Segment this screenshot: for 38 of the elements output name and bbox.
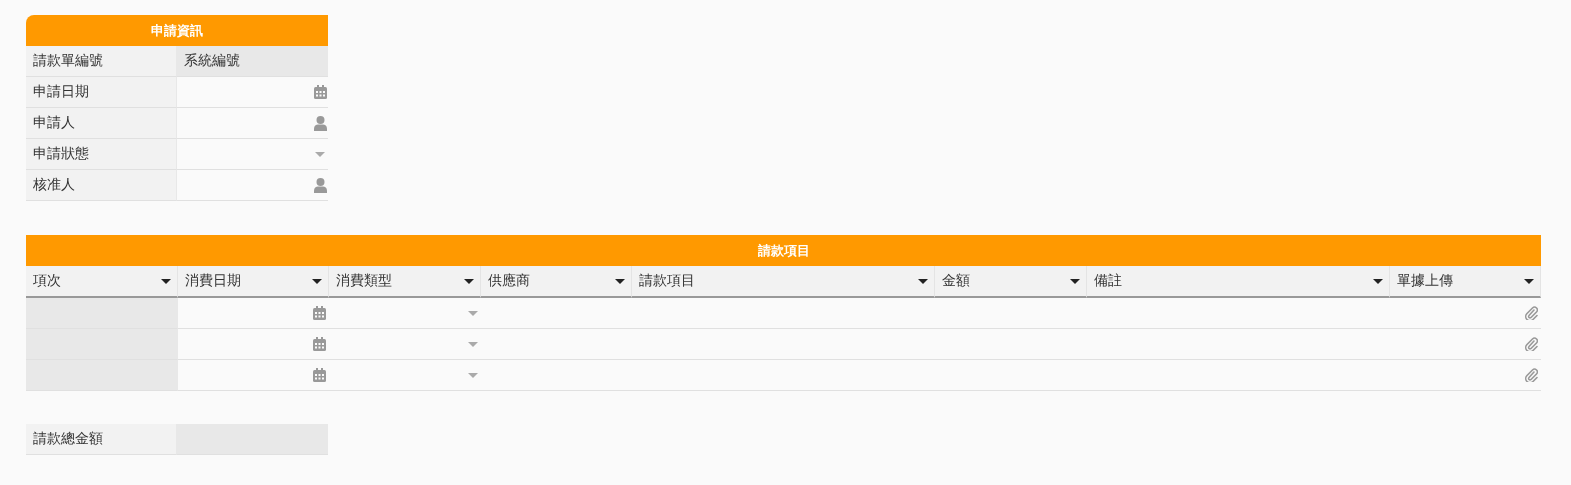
section-header: 申請資訊: [26, 15, 328, 46]
section-header: 請款項目: [26, 235, 1541, 266]
person-icon[interactable]: [314, 177, 327, 193]
calendar-icon[interactable]: [314, 85, 327, 99]
field-label: 申請狀態: [26, 139, 177, 170]
calendar-icon[interactable]: [313, 368, 326, 382]
paperclip-icon[interactable]: [1525, 306, 1538, 320]
sort-caret-icon[interactable]: [615, 278, 625, 284]
column-header[interactable]: 供應商: [480, 266, 632, 298]
sort-caret-icon[interactable]: [1372, 278, 1383, 284]
paperclip-icon[interactable]: [1525, 337, 1538, 351]
caret-icon[interactable]: [315, 151, 325, 157]
field-label: 申請日期: [26, 77, 177, 108]
paperclip-icon[interactable]: [1525, 368, 1538, 382]
field-value: 系統編號: [177, 46, 328, 77]
column-header[interactable]: 備註: [1086, 266, 1390, 298]
column-header[interactable]: 單據上傳: [1389, 266, 1541, 298]
field-label: 核准人: [26, 170, 177, 201]
column-header[interactable]: 金額: [935, 266, 1087, 298]
column-header[interactable]: 消費日期: [177, 266, 329, 298]
sort-caret-icon[interactable]: [918, 278, 928, 284]
caret-icon[interactable]: [467, 372, 478, 378]
sort-caret-icon[interactable]: [160, 278, 171, 284]
sort-caret-icon[interactable]: [1069, 278, 1080, 284]
field-label: 請款單編號: [26, 46, 177, 77]
person-icon[interactable]: [314, 115, 327, 131]
column-header[interactable]: 項次: [26, 266, 178, 298]
caret-icon[interactable]: [467, 341, 478, 347]
caret-icon[interactable]: [467, 310, 478, 316]
sort-caret-icon[interactable]: [463, 278, 474, 284]
column-header[interactable]: 請款項目: [632, 266, 935, 298]
column-header[interactable]: 消費類型: [329, 266, 481, 298]
sort-caret-icon[interactable]: [1524, 278, 1534, 284]
sort-caret-icon[interactable]: [312, 278, 322, 284]
field-label: 申請人: [26, 108, 177, 139]
calendar-icon[interactable]: [313, 306, 326, 320]
calendar-icon[interactable]: [313, 337, 326, 351]
field-label: 請款總金額: [26, 424, 177, 455]
